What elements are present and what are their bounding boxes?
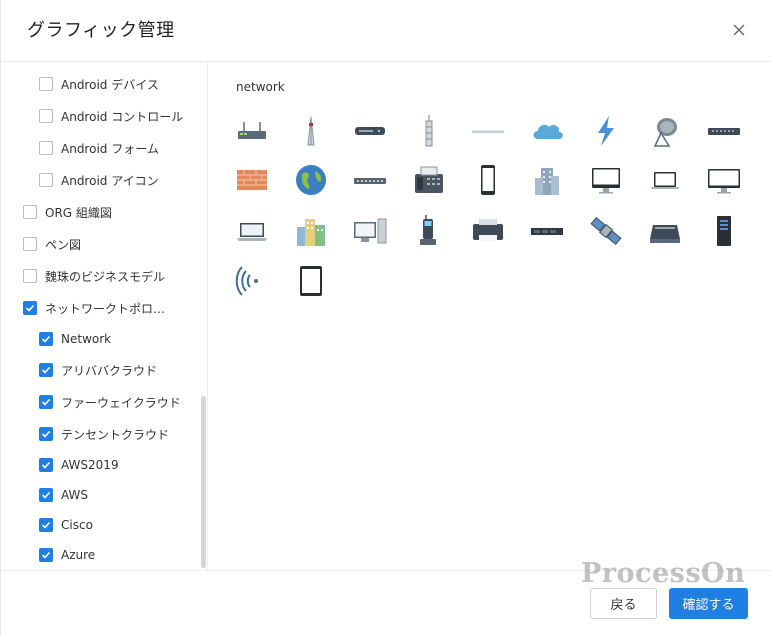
modem-icon[interactable] — [351, 112, 389, 150]
satellite-icon[interactable] — [587, 212, 625, 250]
checkbox-checked[interactable] — [39, 332, 53, 346]
close-icon[interactable] — [729, 20, 749, 40]
dialog-title: グラフィック管理 — [27, 20, 175, 41]
tree-item-azure[interactable]: Azure — [39, 544, 95, 566]
cell-tower-icon[interactable] — [410, 112, 448, 150]
checkbox[interactable] — [39, 77, 53, 91]
tree-item-label: ネットワークトポロ… — [45, 301, 166, 316]
tree-item-aws[interactable]: AWS — [39, 484, 88, 506]
tree-item-alibaba-cloud[interactable]: アリババクラウド — [39, 359, 157, 381]
dialog-footer: 戻る 確認する — [1, 570, 771, 636]
tree-item-aws2019[interactable]: AWS2019 — [39, 454, 119, 476]
checkbox-checked[interactable] — [39, 395, 53, 409]
tree-item-label: アリババクラウド — [61, 363, 158, 378]
tree-item-label: Android フォーム — [61, 141, 159, 156]
cable-icon[interactable] — [469, 112, 507, 150]
wireless-signal-icon[interactable] — [233, 262, 271, 300]
checkbox[interactable] — [23, 269, 37, 283]
satellite-dish-icon[interactable] — [646, 112, 684, 150]
checkbox[interactable] — [39, 109, 53, 123]
scanner-icon[interactable] — [646, 212, 684, 250]
globe-icon[interactable] — [292, 161, 330, 199]
tree-item-label: AWS2019 — [61, 458, 119, 472]
fax-icon[interactable] — [410, 161, 448, 199]
tree-item-android-control[interactable]: Android コントロール — [39, 105, 183, 127]
city-buildings-icon[interactable] — [292, 212, 330, 250]
tree-item-label: テンセントクラウド — [61, 427, 170, 442]
back-button[interactable]: 戻る — [590, 588, 657, 619]
antenna-tower-icon[interactable] — [292, 112, 330, 150]
tree-item-label: Android コントロール — [61, 109, 184, 124]
building-icon[interactable] — [528, 161, 566, 199]
wide-monitor-icon[interactable] — [705, 161, 743, 199]
tree-item-label: Android アイコン — [61, 173, 159, 188]
tree-item-tencent-cloud[interactable]: テンセントクラウド — [39, 423, 169, 445]
checkbox-checked[interactable] — [39, 427, 53, 441]
tower-server-icon[interactable] — [705, 212, 743, 250]
rack-server-icon[interactable] — [528, 212, 566, 250]
tree-item-label: Android デバイス — [61, 77, 159, 92]
tree-item-label: ファーウェイクラウド — [61, 395, 181, 410]
monitor-icon[interactable] — [587, 161, 625, 199]
cloud-icon[interactable] — [528, 112, 566, 150]
tree-item-huawei-cloud[interactable]: ファーウェイクラウド — [39, 391, 181, 413]
checkbox[interactable] — [23, 237, 37, 251]
dialog-header: グラフィック管理 — [1, 0, 771, 62]
tree-item-label: 魏珠のビジネスモデル — [45, 269, 166, 284]
firewall-icon[interactable] — [233, 161, 271, 199]
tree-item-business-model[interactable]: 魏珠のビジネスモデル — [23, 265, 165, 287]
tree-item-label: Cisco — [61, 518, 93, 532]
checkbox-checked[interactable] — [39, 518, 53, 532]
cordless-phone-icon[interactable] — [410, 212, 448, 250]
notebook-icon[interactable] — [233, 212, 271, 250]
checkbox-checked[interactable] — [39, 363, 53, 377]
tree-item-android-icon[interactable]: Android アイコン — [39, 169, 159, 191]
shape-library-panel: network — [208, 62, 771, 570]
checkbox[interactable] — [23, 205, 37, 219]
category-sidebar[interactable]: Android デバイス Android コントロール Android フォーム… — [1, 62, 208, 570]
sidebar-scrollbar[interactable] — [201, 396, 206, 568]
checkbox-checked[interactable] — [39, 548, 53, 562]
tree-item-android-form[interactable]: Android フォーム — [39, 137, 159, 159]
tree-item-label: Azure — [61, 548, 96, 562]
checkbox-checked[interactable] — [23, 301, 37, 315]
checkbox-checked[interactable] — [39, 458, 53, 472]
checkbox-checked[interactable] — [39, 488, 53, 502]
tree-item-label: ペン図 — [45, 237, 82, 252]
tablet-icon[interactable] — [292, 262, 330, 300]
tree-item-network[interactable]: Network — [39, 328, 111, 350]
graphic-management-dialog: グラフィック管理 Android デバイス Android コントロール And… — [0, 0, 771, 636]
tree-item-android-device[interactable]: Android デバイス — [39, 73, 159, 95]
tree-item-org-chart[interactable]: ORG 組織図 — [23, 201, 112, 223]
tree-item-cisco[interactable]: Cisco — [39, 514, 93, 536]
switch-icon[interactable] — [705, 112, 743, 150]
tree-item-network-topology[interactable]: ネットワークトポロ… — [23, 297, 165, 319]
checkbox[interactable] — [39, 141, 53, 155]
printer-icon[interactable] — [469, 212, 507, 250]
lightning-icon[interactable] — [587, 112, 625, 150]
checkbox[interactable] — [39, 173, 53, 187]
hub-icon[interactable] — [351, 161, 389, 199]
tree-item-label: Network — [61, 332, 112, 346]
tree-item-venn-diagram[interactable]: ペン図 — [23, 233, 81, 255]
tree-item-label: AWS — [61, 488, 89, 502]
desktop-computer-icon[interactable] — [351, 212, 389, 250]
tree-item-label: ORG 組織図 — [45, 205, 112, 220]
confirm-button[interactable]: 確認する — [669, 588, 748, 619]
section-title: network — [236, 80, 285, 94]
laptop-icon[interactable] — [646, 161, 684, 199]
router-icon[interactable] — [233, 112, 271, 150]
smartphone-icon[interactable] — [469, 161, 507, 199]
